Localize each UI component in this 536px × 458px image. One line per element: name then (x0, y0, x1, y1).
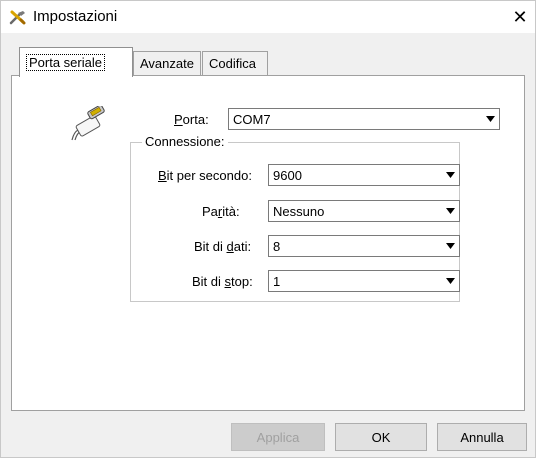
tab-panel: Porta: COM7 Connessione: Bit per secondo… (11, 75, 525, 411)
chevron-down-icon[interactable] (441, 236, 459, 256)
tab-avanzate[interactable]: Avanzate (133, 51, 201, 75)
serial-cable-icon (68, 104, 108, 142)
data-bits-select[interactable]: 8 (268, 235, 460, 257)
parity-label: Parità: (202, 204, 240, 219)
data-bits-value: 8 (273, 239, 281, 254)
window-title: Impostazioni (33, 8, 118, 25)
close-icon[interactable]: ✕ (505, 1, 535, 33)
tab-porta-seriale[interactable]: Porta seriale (19, 47, 133, 77)
stop-bits-label: Bit di stop: (192, 274, 253, 289)
tab-label: Codifica (209, 56, 256, 71)
baud-rate-value: 9600 (273, 168, 302, 183)
chevron-down-icon[interactable] (441, 165, 459, 185)
connection-group-title: Connessione: (142, 134, 228, 149)
chevron-down-icon[interactable] (481, 109, 499, 129)
apply-button[interactable]: Applica (231, 423, 325, 451)
tab-label: Porta seriale (26, 54, 105, 71)
settings-tools-icon (9, 9, 27, 25)
cancel-button[interactable]: Annulla (437, 423, 527, 451)
tab-codifica[interactable]: Codifica (202, 51, 268, 75)
title-bar: Impostazioni ✕ (1, 1, 535, 33)
parity-value: Nessuno (273, 204, 325, 219)
chevron-down-icon[interactable] (441, 271, 459, 291)
settings-window: Impostazioni ✕ Porta seriale Avanzate Co… (0, 0, 536, 458)
baud-rate-select[interactable]: 9600 (268, 164, 460, 186)
ok-button[interactable]: OK (335, 423, 427, 451)
baud-rate-label: Bit per secondo: (158, 168, 252, 183)
parity-select[interactable]: Nessuno (268, 200, 460, 222)
port-select[interactable]: COM7 (228, 108, 500, 130)
stop-bits-value: 1 (273, 274, 281, 289)
port-label: Porta: (174, 112, 209, 127)
stop-bits-select[interactable]: 1 (268, 270, 460, 292)
port-value: COM7 (233, 112, 271, 127)
tab-label: Avanzate (140, 56, 194, 71)
data-bits-label: Bit di dati: (194, 239, 252, 254)
chevron-down-icon[interactable] (441, 201, 459, 221)
